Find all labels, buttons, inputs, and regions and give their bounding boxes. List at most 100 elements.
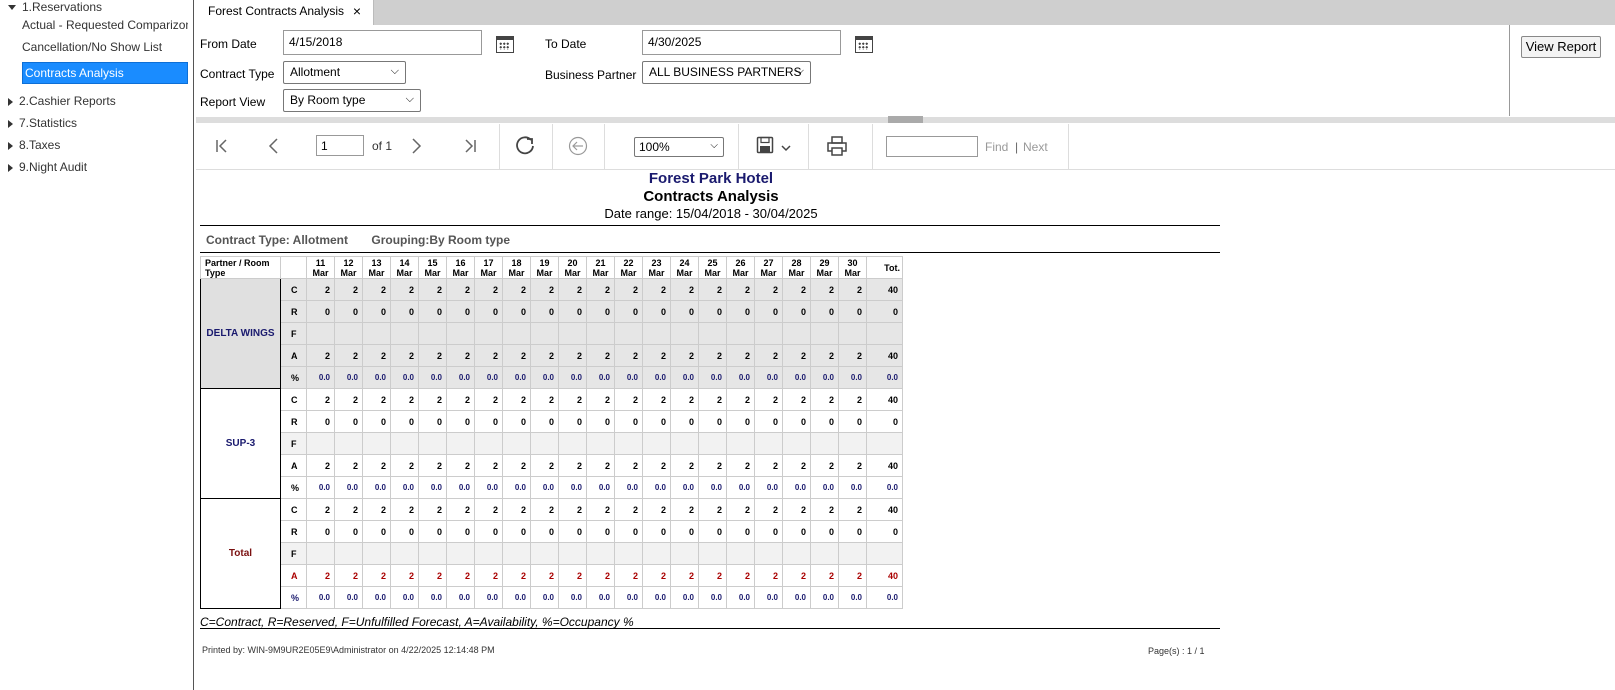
day-value-cell	[418, 542, 447, 565]
day-value-cell: 2	[558, 564, 587, 587]
day-value-cell: 0	[810, 410, 839, 433]
expand-icon[interactable]	[8, 97, 13, 106]
business-partner-select[interactable]: ALL BUSINESS PARTNERS ⌵	[642, 61, 811, 84]
day-value-cell: 2	[390, 564, 419, 587]
back-to-parent-icon[interactable]	[568, 136, 588, 156]
day-value-cell: 0.0	[446, 476, 475, 499]
tree-group-label: 2.Cashier Reports	[19, 94, 116, 108]
day-value-cell: 2	[642, 388, 671, 411]
day-value-cell: 2	[334, 388, 363, 411]
calendar-icon[interactable]	[855, 36, 873, 53]
day-value-cell: 2	[782, 388, 811, 411]
find-link[interactable]: Find	[985, 140, 1008, 154]
day-value-cell: 2	[502, 388, 531, 411]
table-row: A 2 2 2 2 2 2 2 2 2 2 2 2 2 2 2 2 2 2 2 2 40	[201, 454, 903, 477]
day-value-cell	[614, 432, 643, 455]
day-value-cell: 0.0	[642, 366, 671, 389]
first-page-icon[interactable]	[214, 138, 230, 154]
find-input[interactable]	[886, 136, 978, 157]
day-value-cell: 2	[558, 498, 587, 521]
last-page-icon[interactable]	[462, 138, 478, 154]
collapse-params-handle[interactable]	[888, 116, 923, 123]
day-value-cell: 0.0	[754, 586, 783, 609]
day-value-cell	[642, 432, 671, 455]
day-value-cell: 2	[614, 498, 643, 521]
day-value-cell	[474, 542, 503, 565]
tree-group-label: 8.Taxes	[19, 138, 61, 152]
day-month: Mar	[480, 267, 497, 278]
expand-icon[interactable]	[8, 141, 13, 150]
page-number-input[interactable]: 1	[316, 135, 364, 156]
tree-group-night-audit[interactable]: 9.Night Audit	[8, 160, 87, 174]
next-page-icon[interactable]	[408, 138, 424, 154]
from-date-field[interactable]: 4/15/2018	[283, 30, 482, 55]
print-icon[interactable]	[826, 135, 848, 157]
day-value-cell: 0.0	[390, 366, 419, 389]
day-value-cell: 2	[810, 388, 839, 411]
day-value-cell: 2	[838, 498, 867, 521]
day-value-cell: 2	[334, 454, 363, 477]
day-value-cell: 0	[334, 300, 363, 323]
toolbar-separator	[872, 124, 873, 170]
table-row: A 2 2 2 2 2 2 2 2 2 2 2 2 2 2 2 2 2 2 2 2 40	[201, 344, 903, 367]
tree-group-statistics[interactable]: 7.Statistics	[8, 116, 77, 130]
row-code-cell: R	[280, 300, 307, 323]
day-value-cell	[642, 322, 671, 345]
day-value-cell	[362, 542, 391, 565]
zoom-select[interactable]: 100% ⌵	[634, 137, 724, 157]
save-export-icon[interactable]	[756, 136, 794, 156]
day-value-cell	[838, 322, 867, 345]
day-value-cell	[810, 432, 839, 455]
chevron-down-icon: ⌵	[710, 140, 718, 151]
close-icon[interactable]: ×	[353, 0, 361, 22]
tree-group-reservations[interactable]: 1.Reservations	[8, 0, 102, 14]
tree-item-cancellation-noshow[interactable]: Cancellation/No Show List	[22, 37, 188, 59]
day-value-cell: 2	[530, 498, 559, 521]
day-value-cell: 0	[726, 410, 755, 433]
day-value-cell: 0	[586, 520, 615, 543]
day-value-cell: 0.0	[502, 366, 531, 389]
day-value-cell	[698, 432, 727, 455]
find-next-link[interactable]: Next	[1023, 140, 1048, 154]
day-value-cell	[586, 542, 615, 565]
calendar-icon[interactable]	[496, 36, 514, 53]
report-divider	[200, 252, 1220, 253]
tree-item-contracts-analysis[interactable]: Contracts Analysis	[22, 62, 188, 84]
day-value-cell: 2	[446, 564, 475, 587]
day-number: 28	[791, 257, 802, 268]
expand-icon[interactable]	[8, 163, 13, 172]
collapse-icon[interactable]	[8, 5, 16, 11]
day-value-cell: 0.0	[782, 366, 811, 389]
day-value-cell: 0.0	[726, 586, 755, 609]
code-header	[280, 256, 307, 279]
contract-type-select[interactable]: Allotment ⌵	[283, 61, 406, 84]
tree-group-cashier-reports[interactable]: 2.Cashier Reports	[8, 94, 116, 108]
tab-bar: Forest Contracts Analysis ×	[194, 0, 1615, 25]
day-value-cell: 0.0	[810, 476, 839, 499]
day-value-cell: 2	[306, 454, 335, 477]
day-value-cell: 2	[642, 454, 671, 477]
view-report-button[interactable]: View Report	[1521, 36, 1601, 58]
refresh-icon[interactable]	[514, 135, 536, 157]
day-value-cell: 0	[810, 300, 839, 323]
day-value-cell: 0.0	[586, 586, 615, 609]
previous-page-icon[interactable]	[266, 138, 282, 154]
table-row: % 0.0 0.0 0.0 0.0 0.0 0.0 0.0 0.0 0.0 0.0 0.0 0.0 0.0…	[201, 586, 903, 609]
to-date-field[interactable]: 4/30/2025	[642, 30, 841, 55]
row-code-cell: %	[280, 366, 307, 389]
tree-item-actual-requested[interactable]: Actual - Requested Comparizon	[22, 15, 188, 37]
report-hotel-name: Forest Park Hotel	[648, 170, 774, 187]
day-value-cell: 2	[698, 498, 727, 521]
report-view-select[interactable]: By Room type ⌵	[283, 89, 421, 112]
tree-group-taxes[interactable]: 8.Taxes	[8, 138, 60, 152]
day-value-cell: 0	[838, 300, 867, 323]
row-total-cell	[866, 432, 903, 455]
day-number: 12	[343, 257, 354, 268]
day-value-cell: 2	[726, 344, 755, 367]
day-value-cell: 2	[838, 564, 867, 587]
row-total-cell: 40	[866, 454, 903, 477]
tab-forest-contracts-analysis[interactable]: Forest Contracts Analysis ×	[194, 0, 374, 25]
expand-icon[interactable]	[8, 119, 13, 128]
row-code-cell: C	[280, 278, 307, 301]
day-value-cell: 0.0	[362, 366, 391, 389]
